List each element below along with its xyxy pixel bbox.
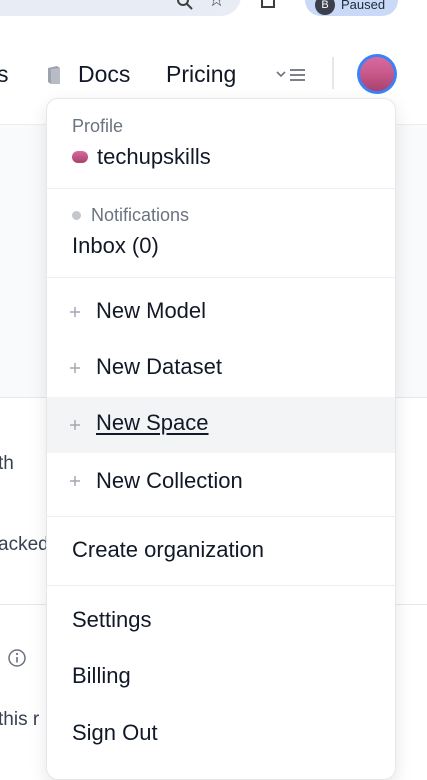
browser-toolbar: ☆ B Paused: [0, 0, 427, 17]
menu-item-label: Sign Out: [72, 720, 158, 745]
profile-username[interactable]: techupskills: [97, 144, 211, 170]
user-avatar-button[interactable]: [357, 54, 397, 94]
plus-icon: [70, 476, 80, 486]
background-text: this r: [0, 709, 40, 730]
plus-icon: [70, 307, 80, 317]
bookmark-star-icon[interactable]: ☆: [208, 0, 225, 10]
menu-item-label: Billing: [72, 663, 131, 688]
menu-divider: [47, 585, 395, 586]
nav-divider: [332, 57, 334, 89]
notifications-label: Notifications: [91, 205, 190, 225]
menu-item-new-model[interactable]: New Model: [47, 284, 395, 340]
menu-item-sign-out[interactable]: Sign Out: [47, 705, 395, 761]
nav-pricing-link[interactable]: Pricing: [166, 61, 236, 88]
menu-item-new-dataset[interactable]: New Dataset: [47, 340, 395, 396]
notifications-section[interactable]: Notifications Inbox (0): [47, 189, 395, 277]
menu-item-billing[interactable]: Billing: [47, 649, 395, 705]
menu-item-label: Settings: [72, 607, 152, 632]
menu-item-label: New Space: [96, 410, 209, 435]
more-menu-icon[interactable]: [275, 67, 307, 83]
background-text: acked: [0, 534, 49, 555]
inbox-link[interactable]: Inbox (0): [72, 233, 159, 259]
menu-item-settings[interactable]: Settings: [47, 593, 395, 649]
docs-icon: [48, 66, 60, 84]
browser-profile-avatar: B: [315, 0, 335, 15]
background-text: th: [0, 453, 14, 474]
menu-divider: [47, 277, 395, 278]
nav-docs-link[interactable]: Docs: [78, 61, 130, 88]
menu-item-label: New Collection: [96, 468, 243, 493]
menu-item-new-space[interactable]: New Space: [47, 397, 395, 453]
profile-section[interactable]: Profile techupskills: [47, 99, 395, 188]
address-bar[interactable]: [0, 0, 241, 16]
menu-item-label: New Dataset: [96, 354, 222, 379]
info-icon[interactable]: [7, 648, 27, 668]
plus-icon: [70, 420, 80, 430]
user-dropdown-menu: Profile techupskills Notifications Inbox…: [46, 98, 396, 780]
menu-item-new-collection[interactable]: New Collection: [47, 453, 395, 509]
search-icon[interactable]: [176, 0, 194, 11]
paused-label: Paused: [341, 0, 386, 12]
menu-item-label: New Model: [96, 298, 207, 323]
profile-paused-button[interactable]: B Paused: [305, 0, 398, 16]
profile-avatar-icon: [72, 151, 88, 163]
extensions-icon[interactable]: [259, 0, 277, 10]
profile-label: Profile: [72, 116, 124, 136]
menu-item-create-organization[interactable]: Create organization: [47, 517, 395, 585]
nav-item-partial[interactable]: s: [0, 61, 9, 88]
avatar: [360, 57, 394, 91]
notification-dot-icon: [72, 211, 81, 220]
plus-icon: [70, 363, 80, 373]
menu-item-label: Create organization: [72, 537, 265, 562]
